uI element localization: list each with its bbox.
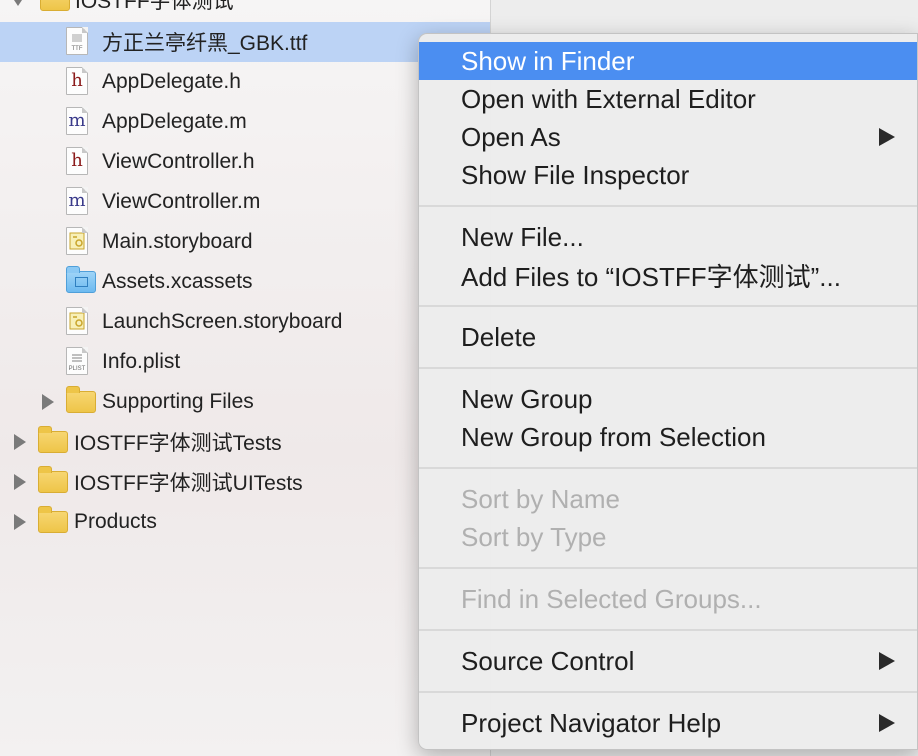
- menu-item-sort-by-name: Sort by Name: [419, 480, 917, 518]
- submenu-arrow-icon: [879, 652, 895, 670]
- tree-row[interactable]: Supporting Files: [0, 382, 490, 422]
- tree-row[interactable]: m AppDelegate.m: [0, 102, 490, 142]
- tree-row[interactable]: m ViewController.m: [0, 182, 490, 222]
- tree-row-label: IOSTFF字体测试UITests: [74, 472, 303, 495]
- menu-separator: [419, 567, 917, 569]
- menu-item-label: Sort by Name: [461, 483, 620, 514]
- submenu-arrow-icon: [879, 128, 895, 146]
- disclosure-collapsed-icon[interactable]: [12, 514, 28, 530]
- menu-item-find-in-selected-groups: Find in Selected Groups...: [419, 580, 917, 618]
- folder-icon: [38, 506, 68, 537]
- menu-item-source-control[interactable]: Source Control: [419, 642, 917, 680]
- menu-separator: [419, 305, 917, 307]
- menu-item-label: Open As: [461, 121, 561, 152]
- menu-item-add-files-to-iostff[interactable]: Add Files to “IOSTFF字体测试”...: [419, 256, 917, 294]
- folder-icon: [38, 426, 68, 457]
- menu-item-sort-by-type: Sort by Type: [419, 518, 917, 556]
- tree-row-label: IOSTFF字体测试Tests: [74, 432, 282, 455]
- folder-icon: [66, 386, 96, 417]
- menu-item-label: New Group: [461, 383, 593, 414]
- tree-row-label: 方正兰亭纤黑_GBK.ttf: [102, 32, 308, 55]
- tree-row[interactable]: h ViewController.h: [0, 142, 490, 182]
- header-file-icon: h: [66, 147, 92, 177]
- menu-item-new-file[interactable]: New File...: [419, 218, 917, 256]
- menu-item-label: Source Control: [461, 645, 635, 676]
- tree-row-group[interactable]: IOSTFF字体测试UITests: [0, 462, 490, 502]
- menu-item-show-in-finder[interactable]: Show in Finder: [419, 42, 917, 80]
- menu-separator: [419, 629, 917, 631]
- menu-item-label: Show in Finder: [461, 45, 635, 76]
- tree-row-selected[interactable]: TTF 方正兰亭纤黑_GBK.ttf: [0, 22, 490, 62]
- ttf-file-icon: TTF: [66, 27, 92, 57]
- implementation-file-icon: m: [66, 187, 92, 217]
- disclosure-collapsed-icon[interactable]: [12, 434, 28, 450]
- tree-row-label: Info.plist: [102, 350, 181, 373]
- assets-folder-icon: [66, 266, 96, 297]
- tree-row-label: ViewController.h: [102, 150, 255, 173]
- tree-row-label: IOSTFF字体测试: [75, 0, 234, 13]
- context-menu: Show in Finder Open with External Editor O…: [418, 33, 918, 750]
- menu-item-open-as[interactable]: Open As: [419, 118, 917, 156]
- header-file-icon: h: [66, 67, 92, 97]
- menu-item-label: Find in Selected Groups...: [461, 583, 762, 614]
- storyboard-file-icon: [66, 307, 92, 337]
- tree-row[interactable]: LaunchScreen.storyboard: [0, 302, 490, 342]
- tree-row-label: LaunchScreen.storyboard: [102, 310, 343, 333]
- folder-icon: [38, 466, 68, 497]
- storyboard-file-icon: [66, 227, 92, 257]
- disclosure-collapsed-icon[interactable]: [40, 394, 56, 410]
- tree-row-label: Assets.xcassets: [102, 270, 253, 293]
- tree-row-group[interactable]: Products: [0, 502, 490, 542]
- menu-item-label: Show File Inspector: [461, 159, 690, 190]
- menu-item-show-file-inspector[interactable]: Show File Inspector: [419, 156, 917, 194]
- tree-row[interactable]: Main.storyboard: [0, 222, 490, 262]
- plist-file-icon: PLIST: [66, 347, 92, 377]
- menu-item-new-group[interactable]: New Group: [419, 380, 917, 418]
- menu-item-label: Open with External Editor: [461, 83, 756, 114]
- menu-item-project-navigator-help[interactable]: Project Navigator Help: [419, 704, 917, 742]
- disclosure-collapsed-icon[interactable]: [12, 474, 28, 490]
- tree-row[interactable]: PLIST Info.plist: [0, 342, 490, 382]
- menu-item-label: Add Files to “IOSTFF字体测试”...: [461, 261, 841, 292]
- tree-row-label: Supporting Files: [102, 390, 254, 413]
- menu-item-label: Sort by Type: [461, 521, 607, 552]
- menu-separator: [419, 467, 917, 469]
- disclosure-expanded-icon[interactable]: [10, 0, 26, 8]
- menu-item-delete[interactable]: Delete: [419, 318, 917, 356]
- menu-item-label: New File...: [461, 221, 584, 252]
- folder-icon: [40, 0, 70, 15]
- menu-separator: [419, 691, 917, 693]
- menu-item-new-group-from-selection[interactable]: New Group from Selection: [419, 418, 917, 456]
- submenu-arrow-icon: [879, 714, 895, 732]
- tree-row[interactable]: Assets.xcassets: [0, 262, 490, 302]
- tree-row-label: AppDelegate.m: [102, 110, 247, 133]
- menu-separator: [419, 367, 917, 369]
- menu-item-open-with-external-editor[interactable]: Open with External Editor: [419, 80, 917, 118]
- menu-item-label: Project Navigator Help: [461, 707, 722, 738]
- menu-separator: [419, 205, 917, 207]
- tree-row-group-root[interactable]: IOSTFF字体测试: [0, 0, 490, 20]
- tree-row[interactable]: h AppDelegate.h: [0, 62, 490, 102]
- tree-row-group[interactable]: IOSTFF字体测试Tests: [0, 422, 490, 462]
- menu-item-label: New Group from Selection: [461, 421, 766, 452]
- tree-row-label: Main.storyboard: [102, 230, 253, 253]
- tree-row-label: AppDelegate.h: [102, 70, 241, 93]
- menu-item-label: Delete: [461, 321, 537, 352]
- implementation-file-icon: m: [66, 107, 92, 137]
- tree-row-label: ViewController.m: [102, 190, 261, 213]
- tree-row-label: Products: [74, 510, 157, 533]
